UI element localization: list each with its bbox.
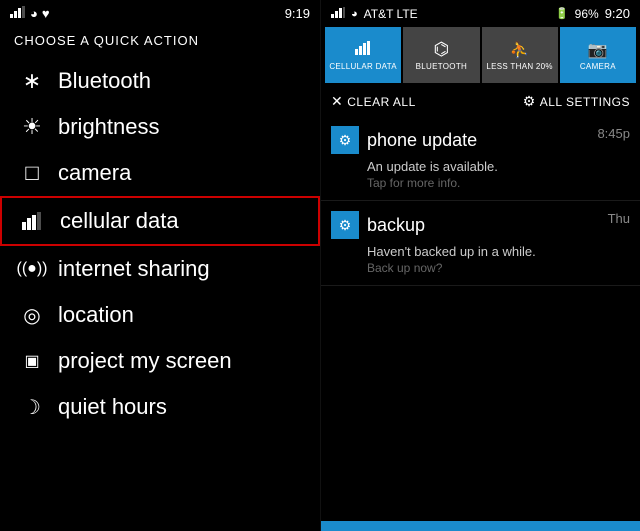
clear-all-x-icon: ✕ [331,93,343,110]
qa-cellular-icon [355,39,371,60]
left-title: CHOOSE A QUICK ACTION [0,25,320,58]
clear-all-button[interactable]: ✕ CLEAR ALL [331,93,416,110]
notif-phone-update-title: phone update [367,130,477,151]
notif-phone-update-title-row: ⚙ phone update [331,126,477,154]
menu-item-bluetooth[interactable]: ∗ Bluetooth [0,58,320,104]
notif-backup-sub: Back up now? [331,261,630,275]
cellular-icon [16,212,52,230]
all-settings-button[interactable]: ⚙ ALL SETTINGS [523,93,630,110]
menu-label-internet-sharing: internet sharing [58,256,210,282]
menu-label-brightness: brightness [58,114,160,140]
camera-icon: □ [14,160,50,186]
right-panel: ◕ AT&T LTE 🔋 96% 9:20 CELLULAR DATA ⌬ [320,0,640,531]
moon-icon: ☽ [14,395,50,420]
menu-label-bluetooth: Bluetooth [58,68,151,94]
notif-backup-time: Thu [608,211,630,226]
qa-tile-camera[interactable]: 📷 CAMERA [560,27,636,83]
right-wifi-icon: ◕ [351,8,358,20]
internet-sharing-icon: ((●)) [14,260,50,278]
qa-camera-icon: 📷 [588,40,608,60]
menu-item-cellular-data[interactable]: cellular data [0,196,320,246]
menu-item-internet-sharing[interactable]: ((●)) internet sharing [0,246,320,292]
bluetooth-icon: ∗ [14,68,50,94]
right-battery-icon: 🔋 [555,7,569,20]
qa-camera-label: CAMERA [580,62,616,71]
notif-backup-header: ⚙ backup Thu [331,211,630,239]
menu-label-cellular: cellular data [60,208,179,234]
right-carrier: AT&T LTE [364,7,418,21]
project-screen-icon: ▣ [14,351,50,371]
left-time: 9:19 [285,6,310,21]
notif-phone-update-sub: Tap for more info. [331,176,630,190]
menu-item-quiet-hours[interactable]: ☽ quiet hours [0,384,320,430]
menu-label-quiet-hours: quiet hours [58,394,167,420]
left-status-bar: ◕ ♥ 9:19 [0,0,320,25]
qa-battery-icon: ⛹ [510,40,530,60]
menu-item-location[interactable]: ◎ location [0,292,320,338]
all-settings-label: ALL SETTINGS [540,95,630,109]
right-signal-icon [331,7,345,21]
clear-all-label: CLEAR ALL [347,95,416,109]
wifi-icon: ◕ [30,6,38,21]
bottom-bar [321,521,640,531]
location-icon: ◎ [14,303,50,328]
right-status-right: 🔋 96% 9:20 [555,6,630,21]
left-status-icons: ◕ ♥ [10,6,50,21]
right-status-bar: ◕ AT&T LTE 🔋 96% 9:20 [321,0,640,25]
notif-backup-icon: ⚙ [331,211,359,239]
quick-actions-bar: CELLULAR DATA ⌬ BLUETOOTH ⛹ LESS THAN 20… [321,25,640,87]
menu-label-project-screen: project my screen [58,348,232,374]
menu-item-brightness[interactable]: ☀ brightness [0,104,320,150]
gear-icon-backup: ⚙ [339,217,352,234]
notif-phone-update-header: ⚙ phone update 8:45p [331,126,630,154]
right-battery: 96% [575,7,599,21]
left-panel: ◕ ♥ 9:19 CHOOSE A QUICK ACTION ∗ Bluetoo… [0,0,320,531]
qa-tile-battery[interactable]: ⛹ LESS THAN 20% [482,27,558,83]
gear-icon-phone-update: ⚙ [339,132,352,149]
qa-bluetooth-icon: ⌬ [434,39,450,60]
menu-item-camera[interactable]: □ camera [0,150,320,196]
notif-backup-title: backup [367,215,425,236]
action-bar: ✕ CLEAR ALL ⚙ ALL SETTINGS [321,87,640,116]
qa-battery-label: LESS THAN 20% [486,62,552,71]
notif-phone-update-time: 8:45p [597,126,630,141]
notification-backup[interactable]: ⚙ backup Thu Haven't backed up in a whil… [321,201,640,286]
settings-gear-icon: ⚙ [523,93,536,110]
notif-backup-title-row: ⚙ backup [331,211,425,239]
right-time: 9:20 [605,6,630,21]
menu-label-camera: camera [58,160,131,186]
brightness-icon: ☀ [14,114,50,140]
bluetooth-status-icon: ♥ [42,6,50,21]
qa-bluetooth-label: BLUETOOTH [416,62,467,71]
notif-backup-body: Haven't backed up in a while. [331,243,630,261]
notif-phone-update-icon: ⚙ [331,126,359,154]
qa-tile-cellular-data[interactable]: CELLULAR DATA [325,27,401,83]
signal-icon [10,6,26,21]
qa-tile-bluetooth[interactable]: ⌬ BLUETOOTH [403,27,479,83]
notif-phone-update-body: An update is available. [331,158,630,176]
qa-cellular-label: CELLULAR DATA [329,62,397,71]
menu-label-location: location [58,302,134,328]
menu-item-project-screen[interactable]: ▣ project my screen [0,338,320,384]
notification-phone-update[interactable]: ⚙ phone update 8:45p An update is availa… [321,116,640,201]
